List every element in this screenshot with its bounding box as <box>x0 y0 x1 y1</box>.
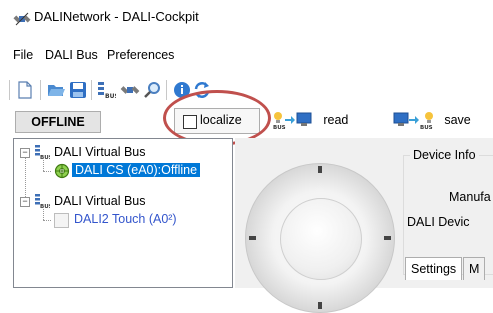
toolbar-separator <box>91 80 92 100</box>
svg-text:BUS: BUS <box>40 155 50 160</box>
svg-text:BUS: BUS <box>273 125 286 130</box>
menu-preferences[interactable]: Preferences <box>105 46 176 64</box>
save-button[interactable]: BUS save <box>393 110 471 132</box>
tree-expander[interactable]: − <box>20 148 30 158</box>
device-detail-panel: Device Info Manufa DALI Devic Settings M <box>235 138 493 313</box>
title-bar: DALINetwork - DALI-Cockpit <box>0 0 493 34</box>
tree-connector <box>43 220 51 221</box>
open-folder-icon[interactable] <box>46 80 66 100</box>
new-file-icon[interactable] <box>15 80 35 100</box>
tree-expander[interactable]: − <box>20 197 30 207</box>
svg-text:BUS: BUS <box>40 204 50 209</box>
save-to-bus-icon: BUS <box>393 112 433 130</box>
tree-connector <box>43 209 44 220</box>
toolbar-grip <box>9 80 10 100</box>
menu-dali-bus[interactable]: DALI Bus <box>43 46 100 64</box>
read-label: read <box>323 113 349 127</box>
tree-item-dali2-touch[interactable]: DALI2 Touch (A0²) <box>74 212 177 226</box>
bus-node-icon: BUS <box>35 145 50 160</box>
sensor-notch <box>384 236 391 240</box>
satellite-icon[interactable] <box>120 80 140 100</box>
window-title: DALINetwork - DALI-Cockpit <box>34 9 199 24</box>
sensor-lens <box>280 198 362 280</box>
tree-connector <box>43 171 51 172</box>
sensor-notch <box>318 166 322 173</box>
save-disk-icon[interactable] <box>68 80 88 100</box>
manufacturer-label: Manufa <box>449 190 491 204</box>
sensor-notch <box>318 302 322 309</box>
sensor-notch <box>249 236 256 240</box>
device-tree: − BUS DALI Virtual Bus DALI CS (eA0):Off… <box>13 138 233 288</box>
tab-settings[interactable]: Settings <box>405 257 463 280</box>
device-info-title: Device Info <box>410 148 479 162</box>
dali-device-label: DALI Devic <box>407 215 470 229</box>
svg-text:BUS: BUS <box>420 125 433 130</box>
app-satellite-icon <box>13 12 31 26</box>
tab-m[interactable]: M <box>463 257 486 280</box>
tree-item-dali-cs[interactable]: DALI CS (eA0):Offline <box>70 162 202 178</box>
tree-item-virtual-bus-1[interactable]: DALI Virtual Bus <box>54 145 145 159</box>
tree-connector <box>43 160 44 171</box>
bus-icon[interactable]: BUS <box>96 80 116 100</box>
menu-bar: File DALI Bus Preferences <box>0 46 493 68</box>
tree-item-virtual-bus-2[interactable]: DALI Virtual Bus <box>54 194 145 208</box>
device-placeholder-icon <box>54 213 69 228</box>
read-button[interactable]: BUS read <box>272 110 348 132</box>
menu-file[interactable]: File <box>11 46 35 64</box>
search-icon[interactable] <box>143 80 163 100</box>
bus-node-icon: BUS <box>35 194 50 209</box>
toolbar-separator <box>40 80 41 100</box>
dali-cs-device-icon <box>54 163 70 179</box>
toolbar-separator <box>166 80 167 100</box>
read-from-bus-icon: BUS <box>273 112 312 130</box>
save-label: save <box>444 113 471 127</box>
sensor-device-image <box>245 163 395 313</box>
connection-status: OFFLINE <box>15 111 101 133</box>
svg-text:BUS: BUS <box>105 93 116 100</box>
